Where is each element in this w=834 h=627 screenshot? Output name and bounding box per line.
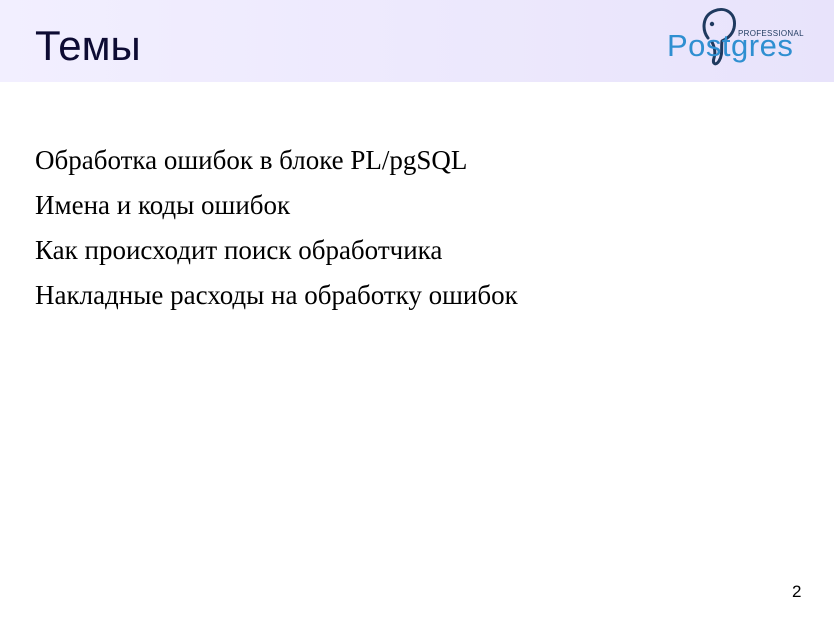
- topic-item: Имена и коды ошибок: [35, 190, 291, 220]
- topic-item: Накладные расходы на обработку ошибок: [35, 280, 518, 310]
- page-number: 2: [792, 582, 802, 601]
- slide-title: Темы: [35, 22, 141, 69]
- logo-wordmark: Postgres: [667, 28, 794, 63]
- topics-list: Обработка ошибок в блоке PL/pgSQL Имена …: [35, 138, 518, 318]
- slide-header: Темы PROFESSIONAL Postgres: [0, 0, 834, 82]
- topic-item: Обработка ошибок в блоке PL/pgSQL: [35, 145, 468, 175]
- postgres-pro-logo: PROFESSIONAL Postgres: [664, 8, 814, 70]
- topic-item: Как происходит поиск обработчика: [35, 235, 443, 265]
